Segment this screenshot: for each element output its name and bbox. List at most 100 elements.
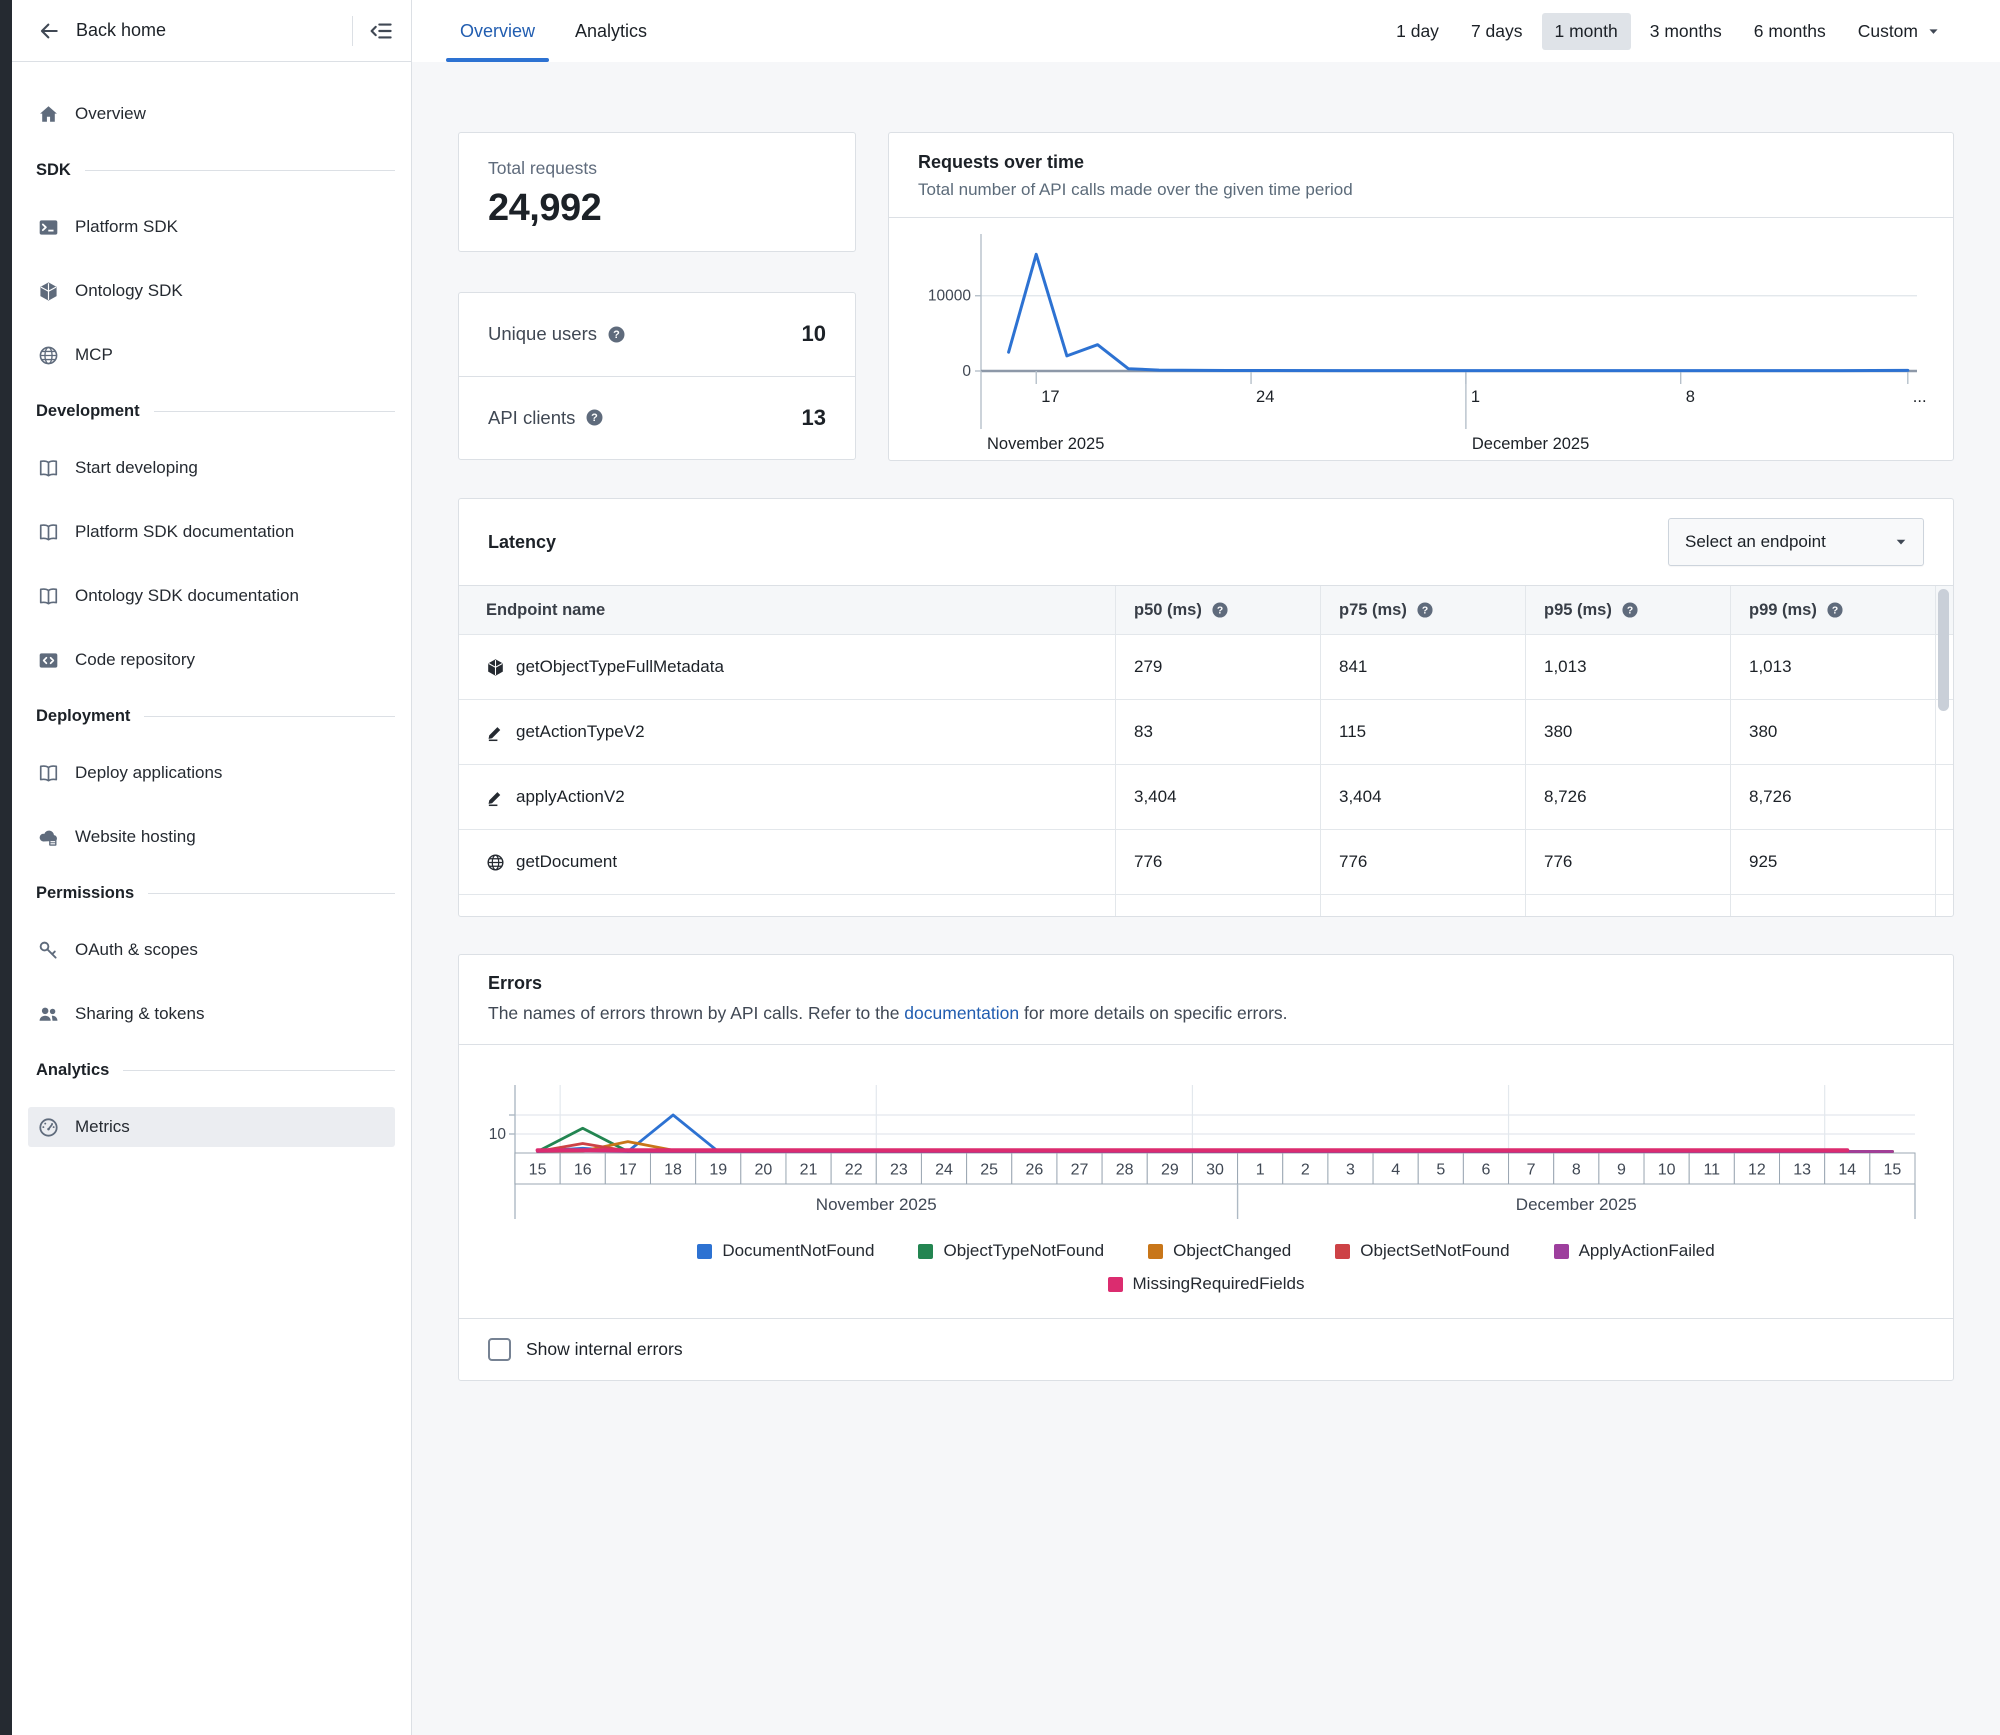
latency-value-cell: 83 xyxy=(1115,699,1320,764)
section-label: Development xyxy=(36,402,140,421)
api-clients-row: API clients ? 13 xyxy=(459,376,855,460)
svg-text:9: 9 xyxy=(1617,1162,1626,1179)
range-label: 1 day xyxy=(1396,21,1439,42)
latency-value-cell: 115 xyxy=(1320,699,1525,764)
help-icon[interactable]: ? xyxy=(585,408,604,427)
endpoint-name-cell: getObjectTypeFullMetadata xyxy=(459,634,1115,699)
endpoint-name: getDocument xyxy=(516,852,617,872)
tab-overview[interactable]: Overview xyxy=(446,0,549,62)
svg-text:8: 8 xyxy=(1686,388,1695,406)
section-header-analytics: Analytics xyxy=(36,1058,395,1082)
sidebar-item-website-hosting[interactable]: Website hosting xyxy=(28,817,395,857)
endpoint-name-cell: applyActionV2 xyxy=(459,764,1115,829)
range-1-month[interactable]: 1 month xyxy=(1542,13,1631,50)
legend-item-applyactionfailed[interactable]: ApplyActionFailed xyxy=(1554,1241,1715,1261)
legend-item-objecttypenotfound[interactable]: ObjectTypeNotFound xyxy=(918,1241,1104,1261)
sidebar-item-sharing-tokens[interactable]: Sharing & tokens xyxy=(28,994,395,1034)
svg-text:?: ? xyxy=(592,412,599,424)
sidebar-item-ontology-sdk-documentation[interactable]: Ontology SDK documentation xyxy=(28,576,395,616)
globe-icon xyxy=(38,345,59,366)
home-icon xyxy=(38,104,59,125)
show-internal-errors-checkbox[interactable] xyxy=(488,1338,511,1361)
svg-text:1: 1 xyxy=(1471,388,1480,406)
time-range-selector: 1 day 7 days 1 month 3 months 6 months Custom xyxy=(1383,0,1954,62)
sidebar-item-label: Metrics xyxy=(75,1117,130,1137)
left-edge-strip xyxy=(0,0,12,1735)
sidebar-item-platform-sdk-documentation[interactable]: Platform SDK documentation xyxy=(28,512,395,552)
range-1-day[interactable]: 1 day xyxy=(1383,13,1452,50)
sidebar-item-oauth-scopes[interactable]: OAuth & scopes xyxy=(28,930,395,970)
unique-users-label: Unique users xyxy=(488,323,597,345)
book-icon xyxy=(38,522,59,543)
section-header-permissions: Permissions xyxy=(36,881,395,905)
range-7-days[interactable]: 7 days xyxy=(1458,13,1536,50)
section-label: Deployment xyxy=(36,707,130,726)
svg-text:17: 17 xyxy=(1041,388,1059,406)
legend-item-documentnotfound[interactable]: DocumentNotFound xyxy=(697,1241,874,1261)
latency-value-cell: 3,404 xyxy=(1115,764,1320,829)
sidebar-item-mcp[interactable]: MCP xyxy=(28,335,395,375)
svg-text:19: 19 xyxy=(709,1162,727,1179)
legend-swatch-icon xyxy=(697,1244,712,1259)
latency-card: Latency Select an endpoint Endpoint name… xyxy=(458,498,1954,917)
errors-description-prefix: The names of errors thrown by API calls.… xyxy=(488,1003,904,1023)
svg-text:24: 24 xyxy=(935,1162,953,1179)
latency-value-cell: 279 xyxy=(1115,634,1320,699)
show-internal-errors-row: Show internal errors xyxy=(459,1318,1953,1380)
sidebar-item-start-developing[interactable]: Start developing xyxy=(28,448,395,488)
sidebar-item-overview[interactable]: Overview xyxy=(28,94,395,134)
key-icon xyxy=(38,940,59,961)
svg-text:25: 25 xyxy=(980,1162,998,1179)
col-p75-ms: p75 (ms)? xyxy=(1320,586,1525,634)
range-custom[interactable]: Custom xyxy=(1845,13,1954,50)
partial-row-cell xyxy=(1320,894,1525,916)
svg-text:12: 12 xyxy=(1748,1162,1766,1179)
sidebar-item-deploy-applications[interactable]: Deploy applications xyxy=(28,753,395,793)
sidebar-item-label: Platform SDK xyxy=(75,217,178,237)
range-6-months[interactable]: 6 months xyxy=(1741,13,1839,50)
range-label: 3 months xyxy=(1650,21,1722,42)
tab-bar: OverviewAnalytics xyxy=(446,0,673,62)
legend-item-missingrequiredfields[interactable]: MissingRequiredFields xyxy=(1108,1274,1305,1294)
legend-swatch-icon xyxy=(1335,1244,1350,1259)
svg-text:17: 17 xyxy=(619,1162,637,1179)
legend-item-objectchanged[interactable]: ObjectChanged xyxy=(1148,1241,1291,1261)
section-rule xyxy=(148,893,395,894)
errors-card: Errors The names of errors thrown by API… xyxy=(458,954,1954,1381)
total-requests-card: Total requests 24,992 xyxy=(458,132,856,252)
legend-item-objectsetnotfound[interactable]: ObjectSetNotFound xyxy=(1335,1241,1509,1261)
range-3-months[interactable]: 3 months xyxy=(1637,13,1735,50)
legend-row: DocumentNotFound ObjectTypeNotFound Object… xyxy=(697,1241,1714,1261)
svg-text:?: ? xyxy=(613,329,620,341)
endpoint-select[interactable]: Select an endpoint xyxy=(1668,518,1924,566)
column-label: p95 (ms) xyxy=(1544,601,1612,620)
svg-text:3: 3 xyxy=(1346,1162,1355,1179)
requests-over-time-card: Requests over time Total number of API c… xyxy=(888,132,1954,461)
latency-value-cell: 925 xyxy=(1730,829,1935,894)
partial-row-cell xyxy=(1115,894,1320,916)
sidebar-item-code-repository[interactable]: Code repository xyxy=(28,640,395,680)
collapse-sidebar-icon[interactable] xyxy=(369,19,393,43)
latency-value-cell: 1,013 xyxy=(1730,634,1935,699)
section-label: SDK xyxy=(36,161,71,180)
svg-text:24: 24 xyxy=(1256,388,1274,406)
sidebar-item-label: Code repository xyxy=(75,650,195,670)
svg-text:30: 30 xyxy=(1206,1162,1224,1179)
help-icon[interactable]: ? xyxy=(607,325,626,344)
table-scrollbar[interactable] xyxy=(1938,589,1949,711)
sidebar-item-ontology-sdk[interactable]: Ontology SDK xyxy=(28,271,395,311)
latency-value-cell: 841 xyxy=(1320,634,1525,699)
partial-row-cell xyxy=(1730,894,1935,916)
sidebar-item-metrics[interactable]: Metrics xyxy=(28,1107,395,1147)
range-label: 1 month xyxy=(1555,21,1618,42)
endpoint-name: applyActionV2 xyxy=(516,787,625,807)
requests-chart-title: Requests over time xyxy=(918,152,1924,173)
svg-text:22: 22 xyxy=(845,1162,863,1179)
back-home-button[interactable]: Back home xyxy=(38,20,166,42)
range-label: 6 months xyxy=(1754,21,1826,42)
documentation-link[interactable]: documentation xyxy=(904,1003,1019,1023)
svg-text:2: 2 xyxy=(1301,1162,1310,1179)
code-icon xyxy=(38,650,59,671)
sidebar-item-platform-sdk[interactable]: Platform SDK xyxy=(28,207,395,247)
tab-analytics[interactable]: Analytics xyxy=(561,0,661,62)
